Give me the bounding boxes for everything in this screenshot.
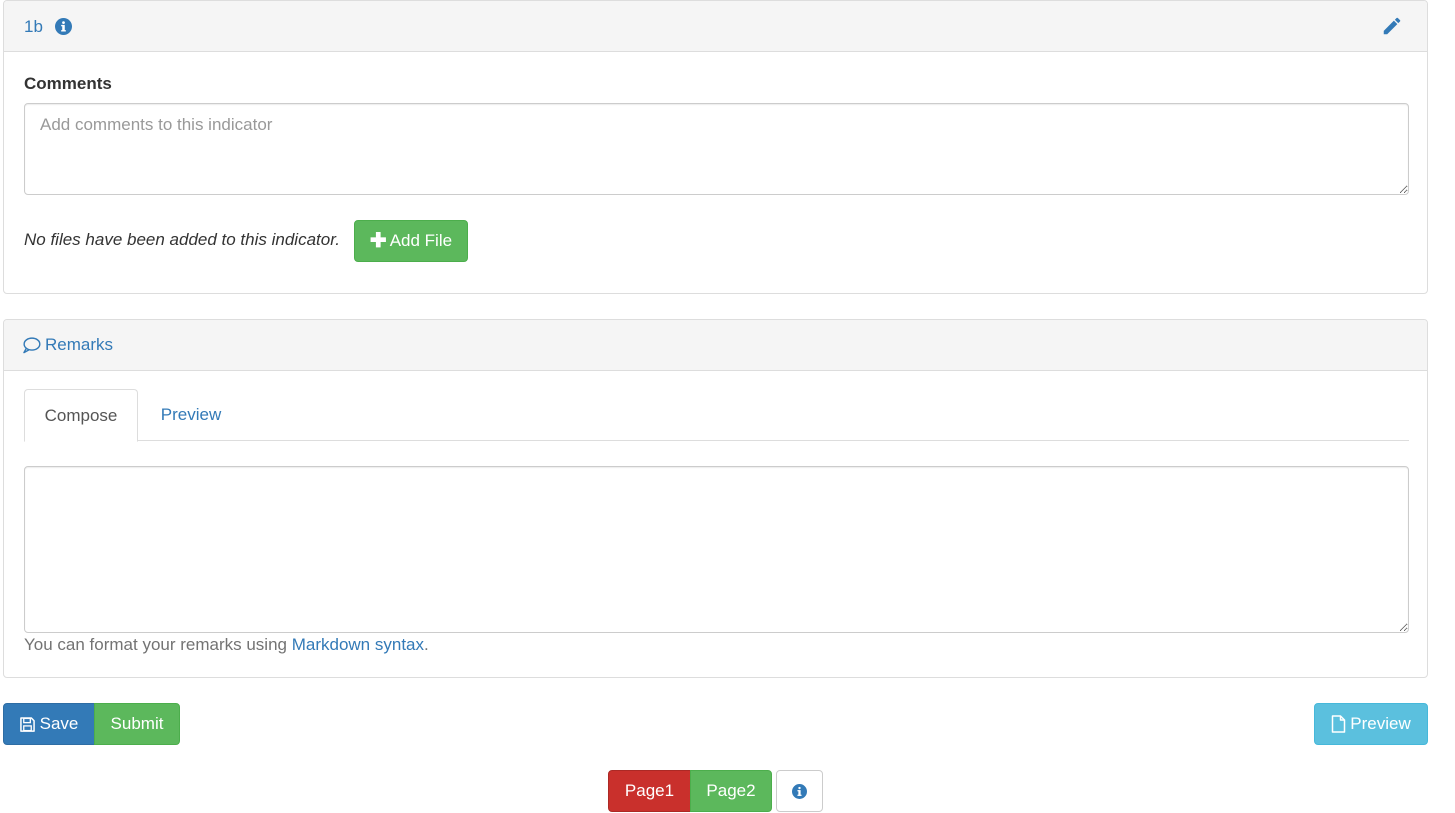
remarks-panel-heading: Remarks <box>4 320 1427 371</box>
comments-label: Comments <box>24 74 112 93</box>
add-file-button[interactable]: ✚ Add File <box>354 220 468 262</box>
info-circle-icon[interactable] <box>55 18 72 40</box>
remarks-input[interactable] <box>24 466 1409 633</box>
plus-icon: ✚ <box>369 230 387 252</box>
submit-button[interactable]: Submit <box>94 703 180 745</box>
preview-button[interactable]: Preview <box>1314 703 1428 745</box>
indicator-panel-heading: 1b <box>4 1 1427 52</box>
page2-button[interactable]: Page2 <box>690 770 772 812</box>
info-circle-icon <box>792 783 807 799</box>
remarks-title-label: Remarks <box>45 335 114 354</box>
file-icon <box>1332 715 1346 733</box>
page1-button[interactable]: Page1 <box>608 770 691 812</box>
help-prefix: You can format your remarks using <box>24 635 292 654</box>
markdown-help-text: You can format your remarks using Markdo… <box>24 635 429 655</box>
no-files-text: No files have been added to this indicat… <box>24 230 340 249</box>
page-info-button[interactable] <box>776 770 823 812</box>
comments-input[interactable] <box>24 103 1409 195</box>
remarks-panel: Remarks Compose Preview You can format y… <box>3 319 1428 678</box>
speech-bubble-icon <box>23 336 41 353</box>
remarks-title[interactable]: Remarks <box>22 335 113 355</box>
save-button[interactable]: Save <box>3 703 95 745</box>
markdown-syntax-link[interactable]: Markdown syntax <box>292 635 424 654</box>
indicator-title: 1b <box>24 17 43 36</box>
pencil-icon[interactable] <box>1381 15 1403 42</box>
tab-preview[interactable]: Preview <box>146 389 236 441</box>
preview-label: Preview <box>1350 714 1411 733</box>
help-suffix: . <box>424 635 429 654</box>
tab-compose[interactable]: Compose <box>24 389 138 442</box>
add-file-label: Add File <box>389 231 453 250</box>
indicator-panel: 1b Comments No files have been added to … <box>3 0 1428 294</box>
remarks-tabs: Compose Preview <box>24 389 1409 442</box>
floppy-disk-icon <box>19 716 35 732</box>
save-label: Save <box>39 714 79 733</box>
